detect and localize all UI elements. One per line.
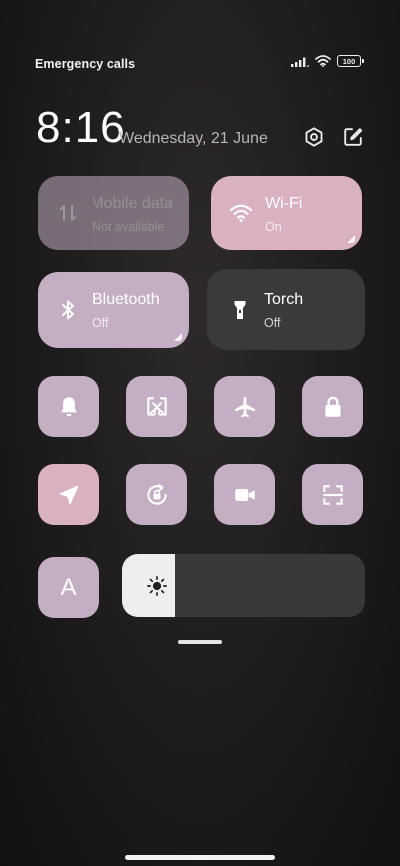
mobile-data-tile[interactable]: Mobile data Not available (38, 176, 189, 250)
toggle-location[interactable] (38, 464, 99, 525)
toggle-scanner[interactable] (302, 464, 363, 525)
auto-brightness-button[interactable]: A (38, 557, 99, 618)
mobile-data-status: Not available (92, 220, 165, 234)
bluetooth-tile[interactable]: Bluetooth Off (38, 272, 189, 348)
wifi-tile[interactable]: Wi-Fi On (211, 176, 362, 250)
wifi-status: On (265, 220, 282, 234)
torch-icon (234, 300, 246, 319)
toggle-airplane[interactable] (214, 376, 275, 437)
location-icon (59, 485, 78, 504)
toggle-video[interactable] (214, 464, 275, 525)
mobile-data-icon (60, 205, 76, 221)
wifi-label: Wi-Fi (265, 195, 303, 212)
torch-tile[interactable]: Torch Off (207, 269, 365, 350)
clock-time: 8:16 (36, 103, 126, 152)
brightness-slider[interactable] (122, 554, 365, 617)
bluetooth-icon (62, 300, 74, 320)
lock-icon (324, 396, 341, 417)
toggle-lock[interactable] (302, 376, 363, 437)
bluetooth-status: Off (92, 316, 109, 330)
home-indicator[interactable] (125, 855, 275, 860)
bluetooth-label: Bluetooth (92, 291, 160, 308)
toggle-rotation-lock[interactable] (126, 464, 187, 525)
video-icon (234, 488, 255, 501)
status-icons: 100 (291, 55, 364, 67)
scanner-icon (322, 484, 343, 505)
torch-label: Torch (264, 291, 304, 308)
screenshot-icon (146, 396, 167, 416)
mobile-data-label: Mobile data (93, 195, 173, 212)
brightness-icon (147, 575, 167, 596)
toggle-screenshot[interactable] (126, 376, 187, 437)
edit-icon[interactable] (342, 126, 364, 148)
airplane-icon (234, 396, 255, 417)
wifi-icon (315, 55, 331, 67)
drag-handle[interactable] (178, 640, 222, 644)
rotation-lock-icon (146, 483, 167, 505)
status-carrier-text: Emergency calls o (35, 57, 137, 71)
date-label: Wednesday, 21 June (119, 130, 268, 147)
settings-icon[interactable] (303, 126, 325, 148)
bluetooth-expand-icon[interactable] (174, 333, 182, 341)
torch-status: Off (264, 316, 281, 330)
bell-icon (60, 396, 77, 416)
wifi-expand-icon[interactable] (347, 235, 355, 243)
signal-icon (291, 57, 309, 67)
wifi-icon (229, 204, 253, 222)
battery-icon: 100 (337, 55, 364, 67)
toggle-bell[interactable] (38, 376, 99, 437)
